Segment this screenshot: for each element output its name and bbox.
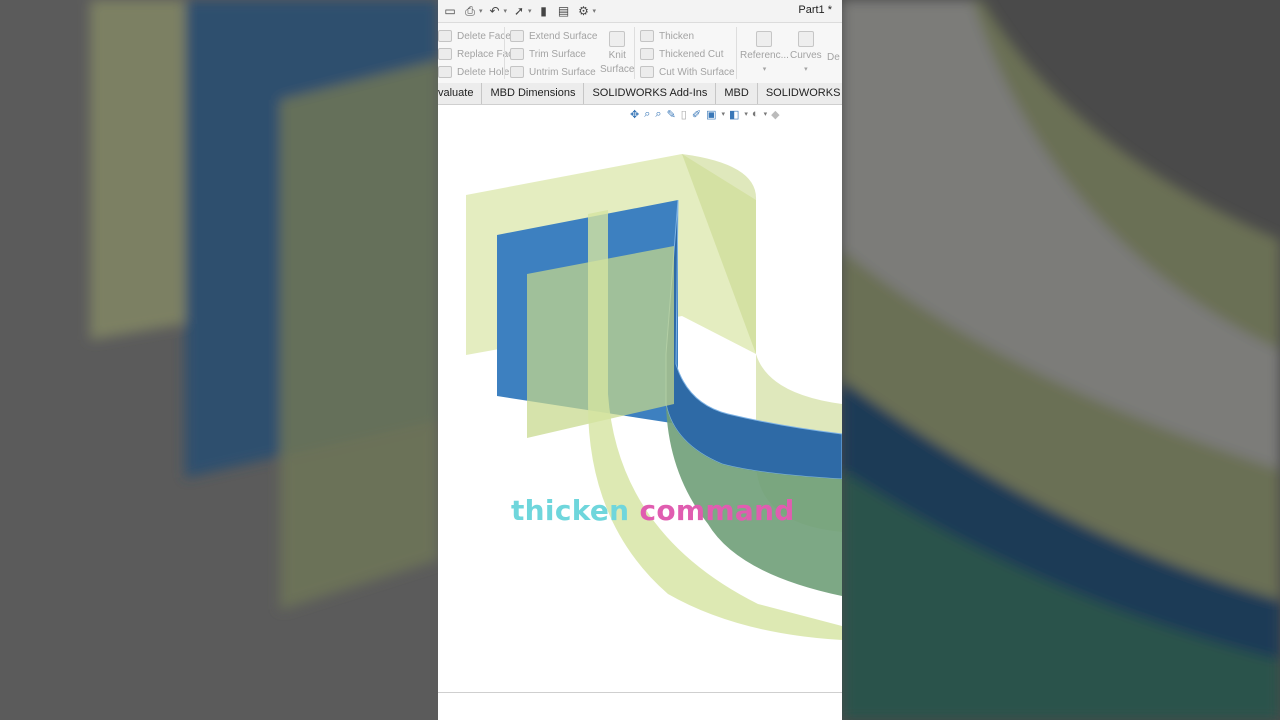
extend-surface-button[interactable]: Extend Surface bbox=[510, 27, 597, 45]
command-manager-tabs: valuate MBD Dimensions SOLIDWORKS Add-In… bbox=[438, 83, 842, 105]
heads-up-view-toolbar: ✥ ⌕ ⌕ ✎ ▯ ✐ ▣ ▾ ◧ ▾ ◐ ▾ ◆ bbox=[630, 106, 785, 122]
blurred-model-right bbox=[842, 0, 1280, 720]
dynamic-annotation-icon[interactable]: ▯ bbox=[681, 108, 687, 121]
display-style-dropdown-icon[interactable]: ▾ bbox=[721, 110, 725, 118]
section-view-icon[interactable]: ✎ bbox=[667, 108, 676, 121]
tab-evaluate[interactable]: valuate bbox=[438, 83, 483, 104]
select-icon[interactable]: ➚ bbox=[511, 3, 527, 19]
new-icon[interactable]: ▭ bbox=[442, 3, 458, 19]
cut-with-surface-button[interactable]: Cut With Surface bbox=[640, 63, 735, 81]
surface-edit-group: Extend Surface Trim Surface Untrim Surfa… bbox=[510, 27, 597, 81]
tab-mbd[interactable]: MBD bbox=[716, 83, 758, 104]
zoom-to-fit-icon[interactable]: ✥ bbox=[630, 108, 639, 121]
zoom-area-icon[interactable]: ⌕ bbox=[644, 108, 650, 121]
knit-surface-button[interactable]: Knit Surface bbox=[600, 31, 634, 77]
thicken-icon bbox=[640, 30, 654, 42]
tab-solidworks-visualize[interactable]: SOLIDWORKS Visualiz bbox=[758, 83, 842, 104]
display-style-icon[interactable]: ▣ bbox=[706, 108, 716, 121]
file-properties-icon[interactable]: ▤ bbox=[556, 3, 572, 19]
reference-geometry-icon bbox=[756, 31, 773, 47]
options-icon[interactable]: ⚙ bbox=[576, 3, 592, 19]
video-caption: thicken command bbox=[511, 494, 795, 527]
delete-face-button[interactable]: Delete Face bbox=[438, 27, 519, 45]
print-dropdown-icon[interactable]: ▾ bbox=[479, 7, 483, 15]
caption-word-thicken: thicken bbox=[511, 494, 630, 527]
hide-show-icon[interactable]: ◧ bbox=[729, 108, 739, 121]
rebuild-icon[interactable]: ▮ bbox=[536, 3, 552, 19]
reference-geometry-button[interactable]: Referenc... ▾ bbox=[740, 31, 789, 77]
view-orientation-icon[interactable]: ✐ bbox=[692, 108, 701, 121]
tab-mbd-dimensions[interactable]: MBD Dimensions bbox=[482, 83, 585, 104]
cut-with-surface-icon bbox=[640, 66, 654, 78]
delete-hole-icon bbox=[438, 66, 452, 78]
surfaces-ribbon: Delete Face Replace Face Delete Hole Ext… bbox=[438, 23, 842, 84]
document-title: Part1 * bbox=[798, 4, 832, 16]
caption-word-command: command bbox=[639, 494, 795, 527]
faces-group: Delete Face Replace Face Delete Hole bbox=[438, 27, 519, 81]
delete-hole-button[interactable]: Delete Hole bbox=[438, 63, 519, 81]
blurred-background-left bbox=[0, 0, 438, 720]
thicken-group: Thicken Thickened Cut Cut With Surface bbox=[640, 27, 735, 81]
scene-icon[interactable]: ◆ bbox=[771, 108, 779, 121]
ribbon-separator bbox=[504, 27, 505, 79]
blurred-background-right bbox=[842, 0, 1280, 720]
appearance-dropdown-icon[interactable]: ▾ bbox=[764, 110, 768, 118]
thicken-button[interactable]: Thicken bbox=[640, 27, 735, 45]
graphics-area[interactable] bbox=[438, 104, 842, 692]
solidworks-window: ▭ ⎙ ▾ ↶ ▾ ➚ ▾ ▮ ▤ ⚙ ▾ Part1 * Delete Face Re… bbox=[438, 0, 842, 720]
extend-surface-icon bbox=[510, 30, 524, 42]
reference-dropdown-icon[interactable]: ▾ bbox=[740, 63, 789, 77]
hide-show-dropdown-icon[interactable]: ▾ bbox=[744, 110, 748, 118]
status-bar bbox=[438, 692, 842, 720]
quick-access-toolbar: ▭ ⎙ ▾ ↶ ▾ ➚ ▾ ▮ ▤ ⚙ ▾ Part1 * bbox=[438, 0, 842, 23]
blurred-model-left bbox=[90, 0, 438, 610]
replace-face-button[interactable]: Replace Face bbox=[438, 45, 519, 63]
ribbon-separator bbox=[736, 27, 737, 79]
previous-view-icon[interactable]: ⌕ bbox=[655, 108, 661, 121]
untrim-surface-button[interactable]: Untrim Surface bbox=[510, 63, 597, 81]
cut-off-ribbon-button[interactable]: De bbox=[827, 51, 840, 65]
select-dropdown-icon[interactable]: ▾ bbox=[528, 7, 532, 15]
options-dropdown-icon[interactable]: ▾ bbox=[593, 7, 597, 15]
ribbon-separator bbox=[634, 27, 635, 79]
trim-surface-icon bbox=[510, 48, 524, 60]
curves-icon bbox=[797, 31, 814, 47]
curves-dropdown-icon[interactable]: ▾ bbox=[790, 63, 822, 77]
appearance-icon[interactable]: ◐ bbox=[752, 108, 759, 120]
tab-solidworks-add-ins[interactable]: SOLIDWORKS Add-Ins bbox=[584, 83, 717, 104]
undo-dropdown-icon[interactable]: ▾ bbox=[504, 7, 508, 15]
print-icon[interactable]: ⎙ bbox=[462, 3, 478, 19]
knit-surface-icon bbox=[609, 31, 626, 47]
thickened-cut-icon bbox=[640, 48, 654, 60]
replace-face-icon bbox=[438, 48, 452, 60]
delete-face-icon bbox=[438, 30, 452, 42]
thickened-cut-button[interactable]: Thickened Cut bbox=[640, 45, 735, 63]
untrim-surface-icon bbox=[510, 66, 524, 78]
trim-surface-button[interactable]: Trim Surface bbox=[510, 45, 597, 63]
curves-button[interactable]: Curves ▾ bbox=[790, 31, 822, 77]
3d-model-view bbox=[466, 154, 842, 640]
undo-icon[interactable]: ↶ bbox=[487, 3, 503, 19]
